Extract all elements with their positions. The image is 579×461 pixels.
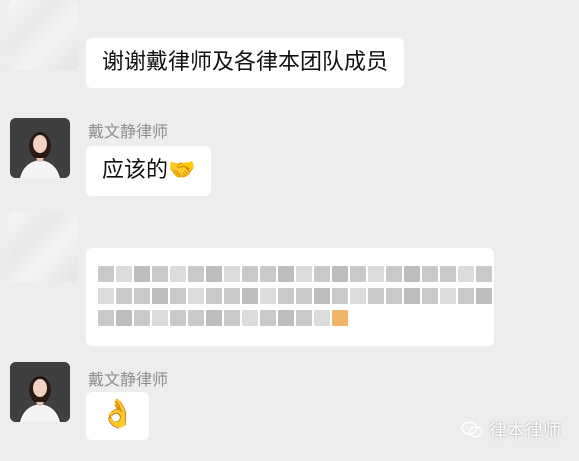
blurred-text-line [98, 266, 492, 284]
avatar[interactable] [10, 362, 70, 422]
wechat-icon [461, 421, 483, 438]
redacted-avatar[interactable] [8, 212, 78, 282]
wechat-official-account-watermark: 律本律师 [461, 417, 561, 443]
person-photo-icon [10, 362, 70, 422]
blurred-text-line [98, 310, 348, 328]
message-text: 应该的🤝 [102, 158, 196, 183]
message-bubble[interactable]: 谢谢戴律师及各律本团队成员 [86, 38, 405, 88]
avatar[interactable] [10, 118, 70, 178]
blurred-text-line [98, 288, 492, 306]
sender-name: 戴文静律师 [88, 122, 169, 141]
chat-thread: 谢谢戴律师及各律本团队成员 戴文静律师 应该的🤝 戴文静律师 👌 律本律师 [0, 0, 579, 461]
message-text: 谢谢戴律师及各律本团队成员 [102, 50, 389, 75]
ok-hand-icon: 👌 [100, 397, 135, 430]
blurred-message-bubble[interactable] [86, 248, 494, 346]
person-photo-icon [10, 118, 70, 178]
sender-name: 戴文静律师 [88, 370, 169, 389]
message-bubble[interactable]: 应该的🤝 [86, 146, 212, 196]
redacted-avatar[interactable] [8, 0, 78, 70]
message-bubble[interactable]: 👌 [86, 392, 149, 440]
watermark-text: 律本律师 [489, 421, 561, 442]
